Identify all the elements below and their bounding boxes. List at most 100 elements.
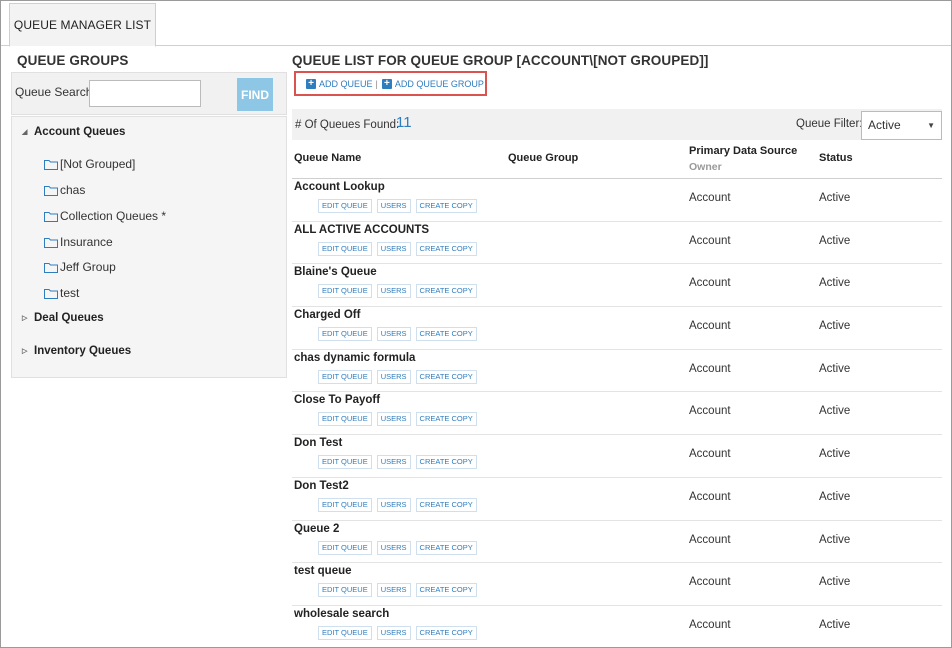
queue-status: Active — [819, 320, 851, 333]
add-queue-group-link[interactable]: ADD QUEUE GROUP — [395, 79, 484, 89]
users-button[interactable]: USERS — [376, 625, 411, 640]
table-row: Close To Payoff EDIT QUEUE USERS CREATE COP… — [292, 392, 942, 436]
queue-name[interactable]: Don Test2 — [294, 480, 349, 492]
queue-status: Active — [819, 576, 851, 589]
tree-group-account-queues[interactable]: ◢ Account Queues — [22, 126, 125, 138]
queue-name[interactable]: Charged Off — [294, 309, 360, 321]
edit-queue-button[interactable]: EDIT QUEUE — [318, 497, 372, 512]
queue-name[interactable]: test queue — [294, 565, 352, 577]
find-button[interactable]: FIND — [237, 78, 273, 111]
users-button[interactable]: USERS — [376, 540, 411, 555]
create-copy-button[interactable]: CREATE COPY — [415, 327, 477, 342]
edit-queue-button[interactable]: EDIT QUEUE — [318, 284, 372, 299]
queue-status: Active — [819, 277, 851, 290]
queue-name[interactable]: ALL ACTIVE ACCOUNTS — [294, 224, 429, 236]
create-copy-button[interactable]: CREATE COPY — [415, 540, 477, 555]
users-button[interactable]: USERS — [376, 241, 411, 256]
queue-status: Active — [819, 234, 851, 247]
tree-item-label: chas — [60, 183, 86, 197]
edit-queue-button[interactable]: EDIT QUEUE — [318, 625, 372, 640]
tab-queue-manager-list[interactable]: QUEUE MANAGER LIST — [9, 3, 156, 47]
queues-found-label: # Of Queues Found: — [295, 119, 400, 131]
create-copy-button[interactable]: CREATE COPY — [415, 241, 477, 256]
tree-item-collection-queues[interactable]: Collection Queues * — [44, 209, 166, 223]
tree-group-deal-queues[interactable]: ▷ Deal Queues — [22, 312, 104, 324]
row-actions: EDIT QUEUE USERS CREATE COPY — [318, 455, 482, 470]
queues-found-count: 11 — [396, 114, 412, 131]
primary-data-source: Account — [689, 618, 731, 631]
plus-square-icon: + — [306, 78, 316, 89]
queue-status: Active — [819, 362, 851, 375]
dropdown-caret-icon: ▼ — [927, 121, 935, 130]
row-actions: EDIT QUEUE USERS CREATE COPY — [318, 241, 482, 256]
edit-queue-button[interactable]: EDIT QUEUE — [318, 199, 372, 213]
tree-group-inventory-queues[interactable]: ▷ Inventory Queues — [22, 345, 131, 357]
queue-groups-title: QUEUE GROUPS — [17, 53, 129, 68]
table-row: test queue EDIT QUEUE USERS CREATE COPY Acco… — [292, 563, 942, 606]
users-button[interactable]: USERS — [376, 327, 411, 342]
create-copy-button[interactable]: CREATE COPY — [415, 369, 477, 384]
table-row: ALL ACTIVE ACCOUNTS EDIT QUEUE USERS CREATE… — [292, 221, 942, 265]
table-row: Queue 2 EDIT QUEUE USERS CREATE COPY Account… — [292, 520, 942, 564]
tab-bar: QUEUE MANAGER LIST — [1, 1, 951, 47]
edit-queue-button[interactable]: EDIT QUEUE — [318, 241, 372, 256]
queue-search-box: Queue Search: FIND — [11, 72, 287, 115]
tree-item-label: [Not Grouped] — [60, 157, 136, 171]
queue-name[interactable]: Blaine's Queue — [294, 266, 377, 278]
create-copy-button[interactable]: CREATE COPY — [415, 412, 477, 427]
app-window: QUEUE MANAGER LIST QUEUE GROUPS Queue Se… — [0, 0, 952, 648]
create-copy-button[interactable]: CREATE COPY — [415, 199, 477, 213]
queue-results-bar: # Of Queues Found: 11 Queue Filter: Acti… — [292, 109, 942, 140]
users-button[interactable]: USERS — [376, 284, 411, 299]
users-button[interactable]: USERS — [376, 497, 411, 512]
create-copy-button[interactable]: CREATE COPY — [415, 583, 477, 598]
tree-item-label: Insurance — [60, 235, 113, 249]
queue-name[interactable]: Queue 2 — [294, 523, 339, 535]
tree-item-jeff-group[interactable]: Jeff Group — [44, 260, 116, 274]
queue-status: Active — [819, 448, 851, 461]
edit-queue-button[interactable]: EDIT QUEUE — [318, 327, 372, 342]
users-button[interactable]: USERS — [376, 199, 411, 213]
add-queue-link[interactable]: ADD QUEUE — [319, 79, 373, 89]
edit-queue-button[interactable]: EDIT QUEUE — [318, 369, 372, 384]
create-copy-button[interactable]: CREATE COPY — [415, 455, 477, 470]
folder-icon — [44, 237, 58, 248]
queue-search-input[interactable] — [89, 80, 201, 107]
users-button[interactable]: USERS — [376, 455, 411, 470]
edit-queue-button[interactable]: EDIT QUEUE — [318, 455, 372, 470]
tree-item-insurance[interactable]: Insurance — [44, 235, 113, 249]
queue-name[interactable]: Don Test — [294, 437, 342, 449]
row-actions: EDIT QUEUE USERS CREATE COPY — [318, 412, 482, 427]
row-actions: EDIT QUEUE USERS CREATE COPY — [318, 540, 482, 555]
queue-name[interactable]: wholesale search — [294, 608, 389, 620]
folder-icon — [44, 288, 58, 299]
create-copy-button[interactable]: CREATE COPY — [415, 284, 477, 299]
queue-status: Active — [819, 533, 851, 546]
expanded-triangle-icon: ◢ — [22, 129, 28, 136]
queue-name[interactable]: chas dynamic formula — [294, 352, 415, 364]
create-copy-button[interactable]: CREATE COPY — [415, 497, 477, 512]
create-copy-button[interactable]: CREATE COPY — [415, 625, 477, 640]
users-button[interactable]: USERS — [376, 369, 411, 384]
tree-item-chas[interactable]: chas — [44, 183, 85, 197]
edit-queue-button[interactable]: EDIT QUEUE — [318, 583, 372, 598]
row-actions: EDIT QUEUE USERS CREATE COPY — [318, 327, 482, 342]
tree-item-not-grouped[interactable]: [Not Grouped] — [44, 157, 135, 171]
edit-queue-button[interactable]: EDIT QUEUE — [318, 412, 372, 427]
column-header-status: Status — [819, 152, 853, 164]
queue-status: Active — [819, 405, 851, 418]
users-button[interactable]: USERS — [376, 412, 411, 427]
tree-item-label: Collection Queues * — [60, 209, 167, 223]
users-button[interactable]: USERS — [376, 583, 411, 598]
edit-queue-button[interactable]: EDIT QUEUE — [318, 540, 372, 555]
queue-actions-highlight: + ADD QUEUE | + ADD QUEUE GROUP — [294, 71, 487, 96]
queue-filter-select[interactable]: Active ▼ — [861, 111, 942, 140]
primary-data-source: Account — [689, 490, 731, 503]
tree-group-label: Account Queues — [34, 126, 126, 138]
table-row: Don Test EDIT QUEUE USERS CREATE COPY Accoun… — [292, 435, 942, 478]
tree-item-test[interactable]: test — [44, 286, 79, 300]
queue-name[interactable]: Account Lookup — [294, 181, 385, 193]
table-row: Don Test2 EDIT QUEUE USERS CREATE COPY Accou… — [292, 477, 942, 521]
tree-group-label: Deal Queues — [34, 312, 104, 324]
queue-name[interactable]: Close To Payoff — [294, 394, 380, 406]
